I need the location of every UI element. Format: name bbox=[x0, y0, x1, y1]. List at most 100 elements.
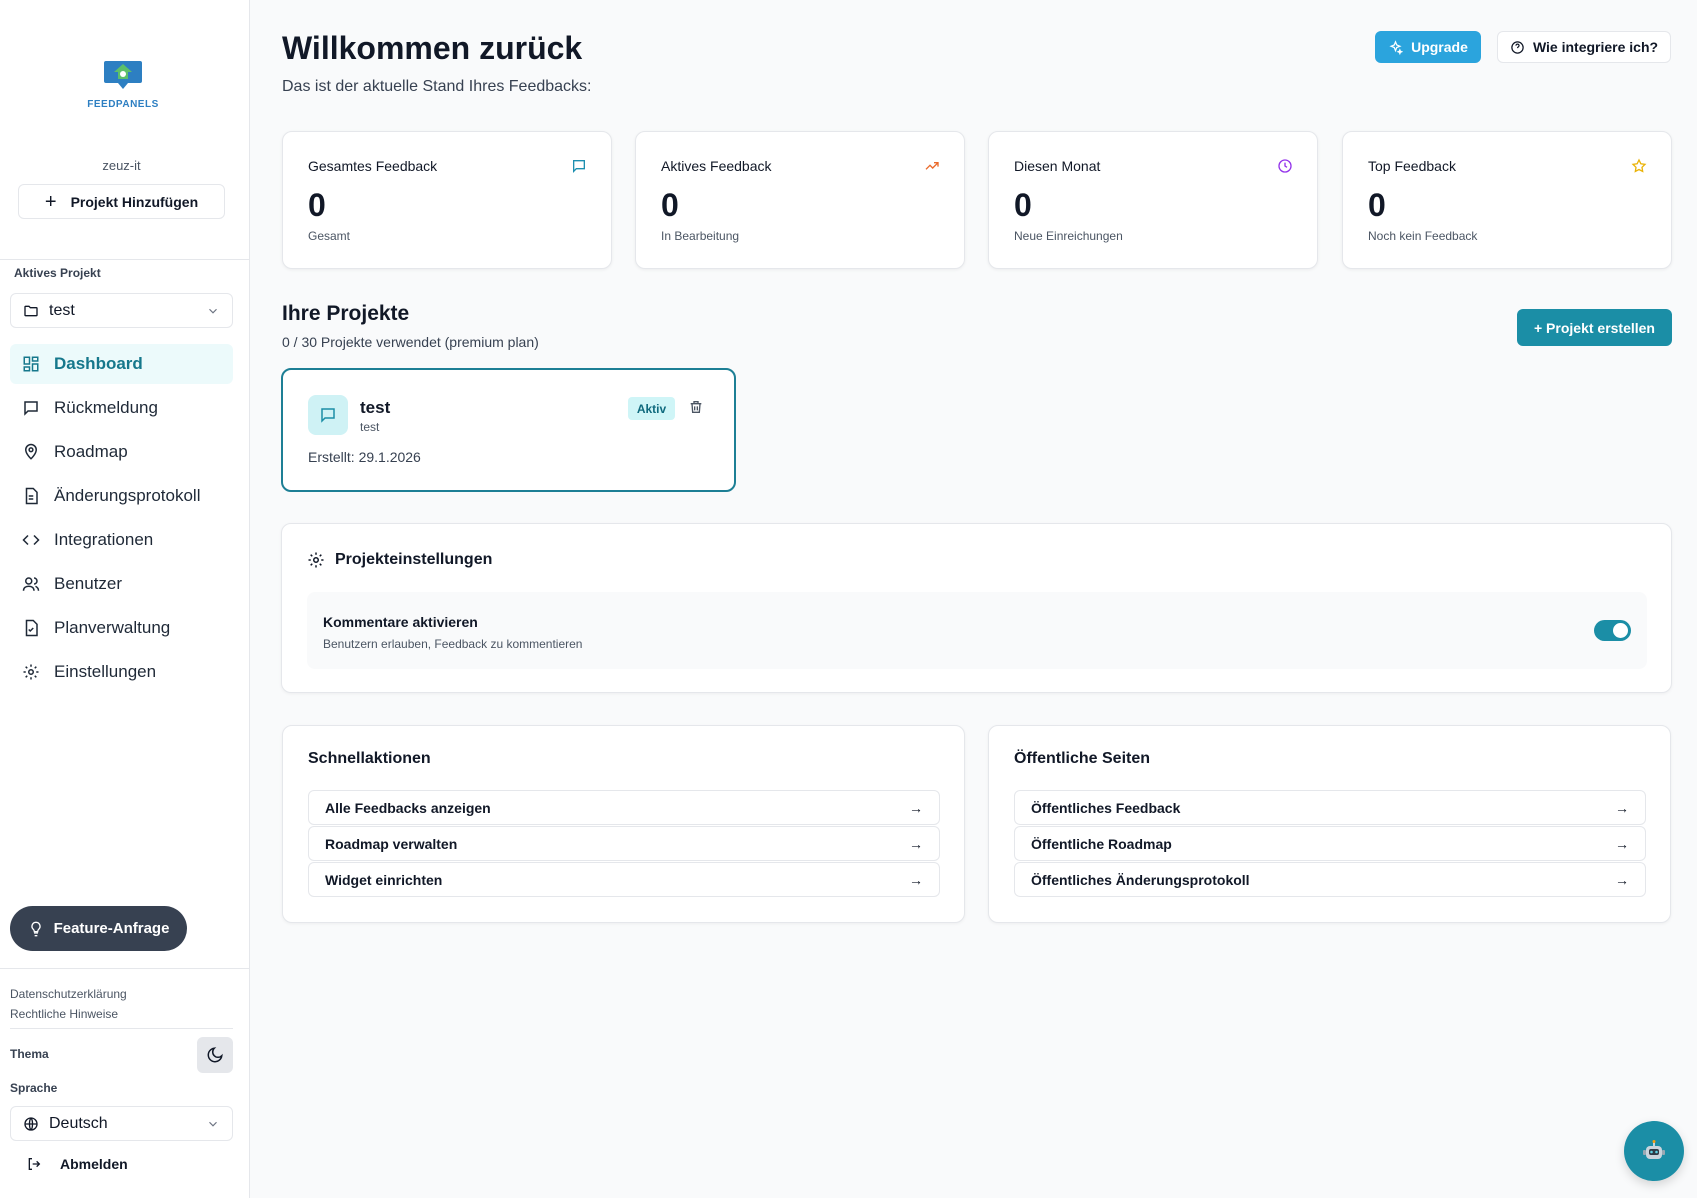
moon-icon bbox=[207, 1047, 223, 1063]
logout-button[interactable]: Abmelden bbox=[26, 1156, 128, 1172]
chatbot-button[interactable] bbox=[1624, 1121, 1684, 1181]
dashboard-icon bbox=[23, 356, 39, 372]
sidebar-item-settings[interactable]: Einstellungen bbox=[10, 652, 233, 692]
page-subtitle: Das ist der aktuelle Stand Ihres Feedbac… bbox=[282, 78, 592, 95]
stat-card-total: Gesamtes Feedback 0 Gesamt bbox=[282, 131, 612, 269]
project-card[interactable]: test test Aktiv Erstellt: 29.1.2026 bbox=[281, 368, 736, 492]
gear-icon bbox=[23, 664, 39, 680]
project-settings-title: Projekteinstellungen bbox=[335, 551, 493, 568]
quick-action-roadmap[interactable]: Roadmap verwalten → bbox=[308, 826, 940, 861]
feature-request-button[interactable]: Feature-Anfrage bbox=[10, 906, 187, 951]
arrow-right-icon: → bbox=[909, 799, 923, 816]
clock-icon bbox=[1278, 159, 1292, 173]
action-label: Alle Feedbacks anzeigen bbox=[325, 799, 491, 816]
stat-caption: Gesamt bbox=[308, 229, 351, 243]
arrow-right-icon: → bbox=[1615, 871, 1629, 888]
logout-label: Abmelden bbox=[60, 1156, 128, 1172]
sidebar-item-plans[interactable]: Planverwaltung bbox=[10, 608, 233, 648]
stat-value: 0 bbox=[661, 187, 679, 223]
action-label: Roadmap verwalten bbox=[325, 835, 458, 852]
plan-icon bbox=[25, 619, 38, 637]
arrow-right-icon: → bbox=[1615, 835, 1629, 852]
privacy-link[interactable]: Datenschutzerklärung bbox=[10, 984, 127, 1004]
help-circle-icon bbox=[1511, 40, 1524, 54]
stat-caption: In Bearbeitung bbox=[661, 229, 740, 243]
active-project-label: Aktives Projekt bbox=[14, 266, 101, 280]
project-settings-header: Projekteinstellungen bbox=[307, 551, 492, 569]
arrow-right-icon: → bbox=[1615, 799, 1629, 816]
stat-value: 0 bbox=[1014, 187, 1032, 223]
public-page-changelog[interactable]: Öffentliches Änderungsprotokoll → bbox=[1014, 862, 1646, 897]
setting-description: Benutzern erlauben, Feedback zu kommenti… bbox=[323, 637, 583, 651]
arrow-right-icon: → bbox=[909, 835, 923, 852]
quick-actions-title: Schnellaktionen bbox=[308, 750, 431, 767]
app-logo[interactable]: FEEDPANELS bbox=[84, 58, 162, 112]
project-settings-card: Projekteinstellungen Kommentare aktivier… bbox=[281, 523, 1672, 693]
stat-card-month: Diesen Monat 0 Neue Einreichungen bbox=[988, 131, 1318, 269]
quick-actions-card: Schnellaktionen Alle Feedbacks anzeigen … bbox=[282, 725, 965, 923]
plus-icon: + bbox=[44, 190, 57, 213]
stat-value: 0 bbox=[1368, 187, 1386, 223]
stat-title: Diesen Monat bbox=[1014, 158, 1101, 174]
message-icon bbox=[321, 408, 335, 423]
robot-icon bbox=[1643, 1140, 1665, 1159]
folder-icon bbox=[24, 305, 38, 316]
feedpanels-logo-icon bbox=[104, 61, 142, 89]
quick-action-all-feedback[interactable]: Alle Feedbacks anzeigen → bbox=[308, 790, 940, 825]
legal-link[interactable]: Rechtliche Hinweise bbox=[10, 1004, 127, 1024]
language-select[interactable]: Deutsch bbox=[10, 1106, 233, 1141]
action-label: Öffentliche Roadmap bbox=[1031, 835, 1172, 852]
sidebar-item-roadmap[interactable]: Roadmap bbox=[10, 432, 233, 472]
upgrade-label: Upgrade bbox=[1411, 39, 1468, 55]
project-created: Erstellt: 29.1.2026 bbox=[308, 449, 421, 465]
chevron-down-icon bbox=[209, 1121, 217, 1127]
upgrade-button[interactable]: Upgrade bbox=[1375, 31, 1481, 63]
sidebar-item-rueckmeldung[interactable]: Rückmeldung bbox=[10, 388, 233, 428]
language-select-value: Deutsch bbox=[49, 1114, 108, 1132]
stat-card-active: Aktives Feedback 0 In Bearbeitung bbox=[635, 131, 965, 269]
theme-label: Thema bbox=[10, 1047, 49, 1061]
brand-name: FEEDPANELS bbox=[87, 99, 159, 110]
trash-icon[interactable] bbox=[688, 399, 704, 415]
public-page-roadmap[interactable]: Öffentliche Roadmap → bbox=[1014, 826, 1646, 861]
stat-title: Gesamtes Feedback bbox=[308, 158, 438, 174]
sidebar-nav: Dashboard Rückmeldung Roadmap Änderungsp… bbox=[10, 344, 233, 696]
star-icon bbox=[1631, 158, 1647, 173]
stat-value: 0 bbox=[308, 187, 326, 223]
logout-icon bbox=[28, 1158, 41, 1170]
action-label: Widget einrichten bbox=[325, 871, 443, 888]
how-to-integrate-button[interactable]: Wie integriere ich? bbox=[1497, 31, 1671, 63]
stat-title: Top Feedback bbox=[1368, 158, 1456, 174]
theme-toggle-button[interactable] bbox=[197, 1037, 233, 1073]
sidebar-item-users[interactable]: Benutzer bbox=[10, 564, 233, 604]
sidebar-item-integrations[interactable]: Integrationen bbox=[10, 520, 233, 560]
globe-icon bbox=[24, 1116, 38, 1131]
project-select[interactable]: test bbox=[10, 293, 233, 328]
sidebar-divider bbox=[0, 968, 250, 969]
projects-title: Ihre Projekte bbox=[282, 302, 410, 325]
sidebar: FEEDPANELS zeuz-it + Projekt Hinzufügen … bbox=[0, 0, 250, 1198]
message-icon bbox=[24, 401, 38, 416]
setting-title: Kommentare aktivieren bbox=[323, 614, 478, 630]
sidebar-item-label: Rückmeldung bbox=[54, 398, 158, 417]
add-project-button[interactable]: + Projekt Hinzufügen bbox=[18, 184, 225, 219]
sidebar-item-label: Einstellungen bbox=[54, 662, 157, 681]
comments-toggle[interactable] bbox=[1594, 620, 1631, 641]
page-title: Willkommen zurück bbox=[282, 30, 583, 66]
toggle-knob bbox=[1613, 623, 1628, 638]
message-icon bbox=[573, 160, 585, 173]
public-page-feedback[interactable]: Öffentliches Feedback → bbox=[1014, 790, 1646, 825]
action-label: Öffentliches Änderungsprotokoll bbox=[1031, 871, 1250, 888]
sidebar-item-dashboard[interactable]: Dashboard bbox=[10, 344, 233, 384]
footer-links: Datenschutzerklärung Rechtliche Hinweise bbox=[10, 984, 127, 1024]
action-label: Öffentliches Feedback bbox=[1031, 799, 1181, 816]
arrow-right-icon: → bbox=[909, 871, 923, 888]
sidebar-item-changelog[interactable]: Änderungsprotokoll bbox=[10, 476, 233, 516]
workspace-name: zeuz-it bbox=[102, 158, 141, 173]
code-icon bbox=[22, 534, 40, 546]
create-project-button[interactable]: + Projekt erstellen bbox=[1517, 309, 1672, 346]
sidebar-item-label: Roadmap bbox=[54, 442, 128, 461]
language-label: Sprache bbox=[10, 1081, 58, 1095]
quick-action-widget[interactable]: Widget einrichten → bbox=[308, 862, 940, 897]
setting-row-comments: Kommentare aktivieren Benutzern erlauben… bbox=[307, 592, 1647, 669]
